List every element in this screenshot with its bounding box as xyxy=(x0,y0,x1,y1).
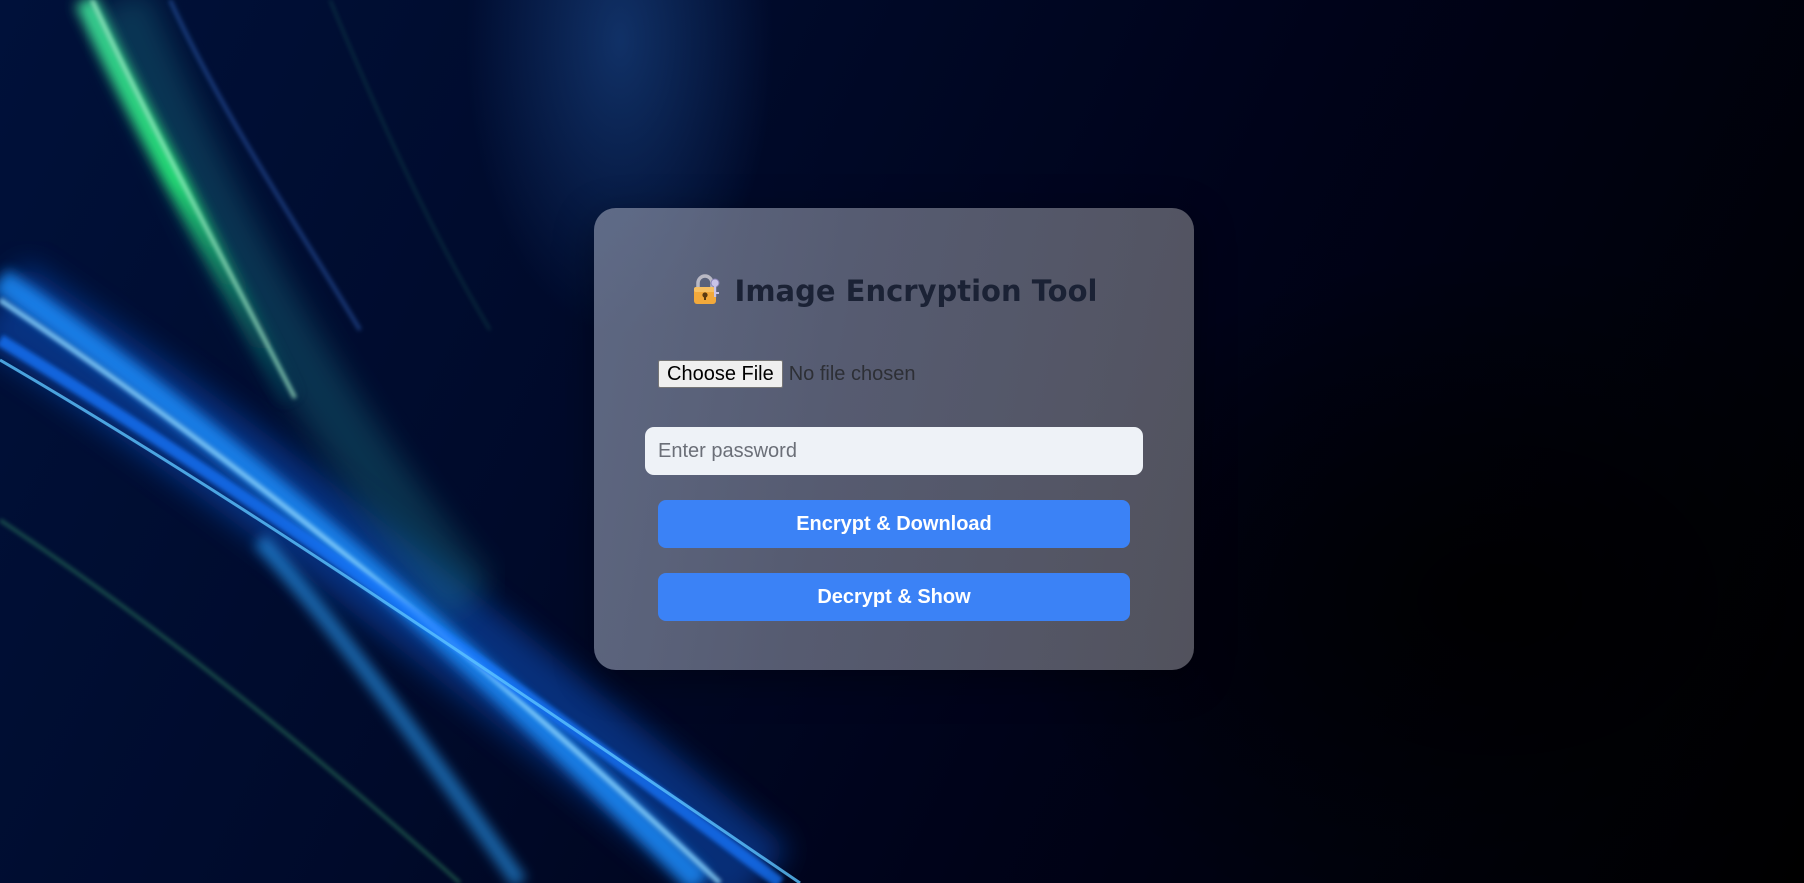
choose-file-button[interactable]: Choose File xyxy=(658,360,783,388)
decrypt-show-button[interactable]: Decrypt & Show xyxy=(658,573,1130,621)
file-status-text: No file chosen xyxy=(788,362,916,385)
title-text: Image Encryption Tool xyxy=(734,274,1098,308)
lock-with-key-icon xyxy=(691,274,721,306)
encryption-card: Image Encryption Tool Choose File No fil… xyxy=(594,208,1194,670)
password-input[interactable] xyxy=(645,427,1143,475)
page-title: Image Encryption Tool xyxy=(594,274,1194,308)
file-picker: Choose File No file chosen xyxy=(658,360,915,388)
encrypt-download-button[interactable]: Encrypt & Download xyxy=(658,500,1130,548)
